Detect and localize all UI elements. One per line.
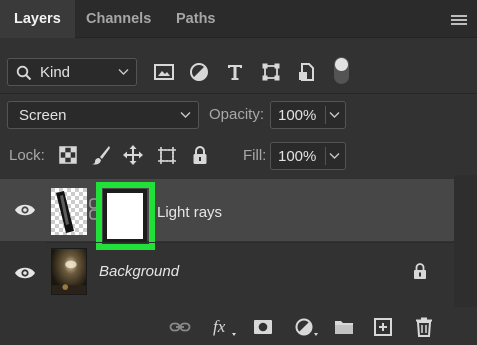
adjustment-layer-icon[interactable] bbox=[294, 317, 320, 337]
fill-value: 100% bbox=[278, 148, 317, 165]
fx-icon[interactable]: fx bbox=[211, 317, 237, 337]
image-filter-icon[interactable] bbox=[152, 60, 176, 84]
opacity-value: 100% bbox=[278, 107, 317, 124]
filter-kind-dropdown[interactable]: Kind bbox=[7, 58, 137, 86]
layer-mask-thumbnail[interactable] bbox=[103, 189, 147, 243]
layer-row-background[interactable]: Background bbox=[0, 242, 454, 304]
add-mask-icon[interactable] bbox=[252, 317, 274, 337]
chevron-down-icon bbox=[180, 112, 191, 118]
group-folder-icon[interactable] bbox=[333, 317, 355, 337]
lock-transparent-pixels-icon[interactable] bbox=[57, 144, 79, 166]
opacity-label: Opacity: bbox=[209, 106, 265, 123]
opacity-field[interactable]: 100% bbox=[270, 101, 346, 129]
fill-field[interactable]: 100% bbox=[270, 142, 346, 170]
tab-paths[interactable]: Paths bbox=[176, 0, 216, 38]
divider bbox=[325, 147, 326, 165]
filter-kind-label: Kind bbox=[40, 64, 71, 81]
layer-lock-icon[interactable] bbox=[411, 262, 429, 280]
blend-mode-value: Screen bbox=[19, 107, 67, 124]
divider bbox=[0, 93, 477, 94]
chevron-down-icon[interactable] bbox=[329, 111, 340, 119]
fill-label: Fill: bbox=[243, 147, 267, 164]
filter-toggle-switch[interactable] bbox=[334, 57, 349, 84]
layer-row-light-rays[interactable]: Light rays bbox=[0, 179, 454, 250]
type-filter-icon[interactable] bbox=[223, 60, 247, 84]
search-icon bbox=[16, 65, 32, 81]
mask-fill bbox=[107, 193, 143, 239]
lock-label: Lock: bbox=[9, 147, 45, 164]
tab-channels[interactable]: Channels bbox=[86, 0, 151, 38]
toggle-knob bbox=[335, 58, 348, 71]
shape-filter-icon[interactable] bbox=[259, 60, 283, 84]
smart-object-filter-icon[interactable] bbox=[295, 60, 319, 84]
layer-name[interactable]: Light rays bbox=[157, 204, 222, 221]
panel-tab-bar: Layers Channels Paths bbox=[0, 0, 477, 38]
panel-menu-icon[interactable] bbox=[451, 15, 467, 26]
eye-visibility-icon[interactable] bbox=[14, 266, 36, 280]
chevron-down-icon bbox=[118, 69, 129, 75]
layer-thumbnail bbox=[51, 248, 87, 295]
blend-mode-dropdown[interactable]: Screen bbox=[7, 101, 199, 129]
eye-visibility-icon[interactable] bbox=[14, 203, 36, 217]
divider bbox=[325, 106, 326, 124]
new-layer-icon[interactable] bbox=[372, 317, 394, 337]
layer-name[interactable]: Background bbox=[99, 263, 179, 280]
adjustment-filter-icon[interactable] bbox=[187, 60, 211, 84]
lock-all-icon[interactable] bbox=[189, 144, 211, 166]
layers-list: Light rays Background bbox=[0, 175, 477, 307]
lock-position-icon[interactable] bbox=[122, 144, 144, 166]
prevent-autonest-icon[interactable] bbox=[156, 144, 178, 166]
trash-icon[interactable] bbox=[413, 317, 435, 337]
layer-thumbnail bbox=[51, 188, 87, 235]
chevron-down-icon[interactable] bbox=[329, 152, 340, 160]
layers-action-bar: fx bbox=[0, 307, 477, 345]
lock-image-pixels-icon[interactable] bbox=[90, 144, 112, 166]
tab-layers[interactable]: Layers bbox=[0, 0, 75, 38]
svg-text:fx: fx bbox=[213, 317, 226, 336]
link-layers-icon[interactable] bbox=[169, 317, 191, 337]
layers-scrollbar[interactable] bbox=[454, 175, 477, 307]
